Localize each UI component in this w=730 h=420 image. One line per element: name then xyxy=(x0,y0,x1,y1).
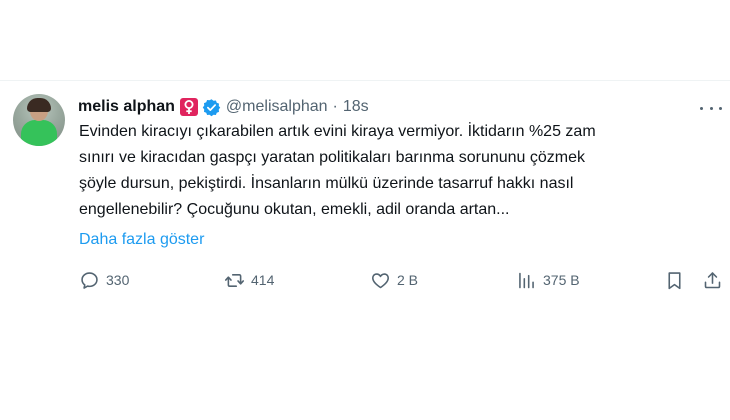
show-more-link[interactable]: Daha fazla göster xyxy=(79,227,204,253)
tweet-text-line: sınırı ve kiracıdan gaspçı yaratan polit… xyxy=(79,149,586,166)
bookmark-icon[interactable] xyxy=(662,268,686,292)
tweet-text-line: Evinden kiracıyı çıkarabilen artık evini… xyxy=(79,123,596,140)
avatar-shirt xyxy=(21,120,57,146)
author-handle[interactable]: @melisalphan xyxy=(226,98,328,116)
verified-badge-icon[interactable] xyxy=(202,98,221,117)
avatar[interactable] xyxy=(13,94,65,146)
tweet-timestamp[interactable]: 18s xyxy=(343,98,369,116)
heart-icon xyxy=(372,272,389,288)
female-sign-icon xyxy=(179,98,198,116)
share-icon[interactable] xyxy=(700,268,724,292)
analytics-icon xyxy=(519,272,534,288)
views-button[interactable]: 375 B xyxy=(516,268,580,292)
reply-button[interactable]: 330 xyxy=(79,268,129,292)
separator-dot: · xyxy=(332,98,338,115)
like-button[interactable]: 2 B xyxy=(370,268,418,292)
tweet-text-line: şöyle dursun, pekiştirdi. İnsanların mül… xyxy=(79,175,574,192)
retweet-button[interactable]: 414 xyxy=(224,268,274,292)
top-divider xyxy=(0,80,730,81)
views-count: 375 B xyxy=(543,272,580,288)
tweet-text-line: engellenebilir? Çocuğunu okutan, emekli,… xyxy=(79,201,510,218)
like-count: 2 B xyxy=(397,272,419,288)
tweet-text: Evinden kiracıyı çıkarabilen artık evini… xyxy=(79,119,709,223)
retweet-icon xyxy=(224,273,245,287)
more-options-icon[interactable] xyxy=(700,100,722,116)
avatar-hair xyxy=(27,98,51,112)
author-name[interactable]: melis alphan xyxy=(78,98,175,116)
tweet-header: melis alphan @melisalphan · 18s xyxy=(78,96,369,118)
reply-icon xyxy=(81,271,98,289)
reply-count: 330 xyxy=(106,272,130,288)
retweet-count: 414 xyxy=(251,272,275,288)
